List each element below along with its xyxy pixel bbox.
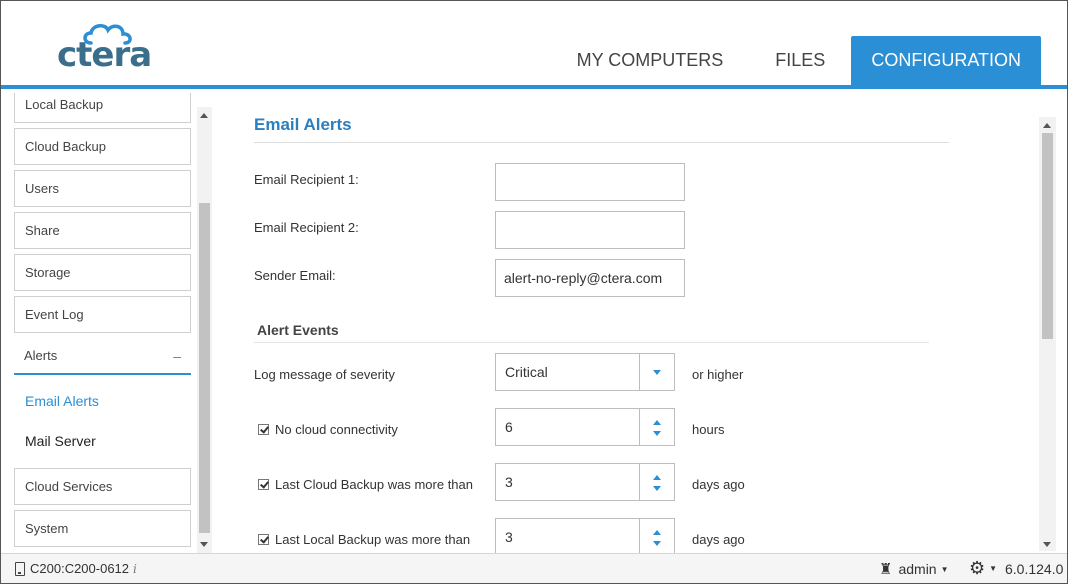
- last-cloud-row: Last Cloud Backup was more than: [258, 477, 473, 492]
- sidebar-item-label: System: [25, 521, 69, 536]
- last-local-row: Last Local Backup was more than: [258, 532, 470, 547]
- caret-down-icon: ▼: [989, 564, 998, 573]
- main-panel: Email Alerts Email Recipient 1: Email Re…: [213, 93, 1039, 553]
- sidebar-item-label: Local Backup: [25, 97, 104, 112]
- chevron-down-icon[interactable]: [653, 486, 661, 491]
- scrollbar-thumb[interactable]: [1042, 133, 1053, 339]
- last-local-value: 3: [505, 529, 513, 545]
- last-cloud-stepper[interactable]: 3: [495, 463, 675, 501]
- sidebar-item-label: Cloud Services: [25, 479, 113, 494]
- user-menu[interactable]: ♜ admin ▼: [879, 560, 949, 578]
- last-cloud-value: 3: [505, 474, 513, 490]
- sidebar-item-label: Alerts: [24, 348, 58, 363]
- collapse-icon[interactable]: –: [173, 348, 181, 364]
- chevron-down-icon: [653, 370, 661, 375]
- no-cloud-value: 6: [505, 419, 513, 435]
- severity-suffix: or higher: [692, 367, 744, 382]
- sidebar-item-event-log[interactable]: Event Log: [14, 296, 191, 333]
- scrollbar-thumb[interactable]: [199, 203, 210, 533]
- sidebar-item-alerts[interactable]: Alerts –: [14, 338, 191, 375]
- last-local-checkbox[interactable]: [258, 534, 269, 545]
- email-recipient-1-input[interactable]: [495, 163, 685, 201]
- sidebar-scrollbar[interactable]: [197, 107, 212, 553]
- email-recipient-2-input[interactable]: [495, 211, 685, 249]
- sidebar-item-cloud-services[interactable]: Cloud Services: [14, 468, 191, 505]
- sidebar-item-system[interactable]: System: [14, 510, 191, 547]
- sender-email-input[interactable]: alert-no-reply@ctera.com: [495, 259, 685, 297]
- severity-select[interactable]: Critical: [495, 353, 675, 391]
- tab-my-computers[interactable]: MY COMPUTERS: [551, 36, 750, 85]
- alerts-submenu: Email Alerts Mail Server: [14, 375, 191, 461]
- stepper-buttons[interactable]: [639, 409, 674, 445]
- chevron-up-icon[interactable]: [653, 530, 661, 535]
- chevron-up-icon[interactable]: [653, 420, 661, 425]
- tab-files[interactable]: FILES: [749, 36, 851, 85]
- ctera-logo[interactable]: ctera: [57, 21, 157, 75]
- sidebar-item-storage[interactable]: Storage: [14, 254, 191, 291]
- no-cloud-checkbox[interactable]: [258, 424, 269, 435]
- app-window: ctera MY COMPUTERS FILES CONFIGURATION L…: [0, 0, 1068, 584]
- device-info: C200:C200-0612 i: [15, 561, 137, 576]
- sidebar-subitem-email-alerts[interactable]: Email Alerts: [14, 381, 191, 421]
- tab-configuration[interactable]: CONFIGURATION: [851, 36, 1041, 85]
- caret-down-icon: ▼: [940, 564, 949, 574]
- last-local-stepper[interactable]: 3: [495, 518, 675, 553]
- sidebar-item-label: Users: [25, 181, 59, 196]
- stepper-buttons[interactable]: [639, 519, 674, 553]
- chevron-down-icon[interactable]: [653, 541, 661, 546]
- chevron-up-icon[interactable]: [653, 475, 661, 480]
- no-cloud-stepper[interactable]: 6: [495, 408, 675, 446]
- sidebar-item-label: Cloud Backup: [25, 139, 106, 154]
- last-cloud-suffix: days ago: [692, 477, 745, 492]
- gear-icon: ⚙: [969, 558, 986, 578]
- no-cloud-row: No cloud connectivity: [258, 422, 398, 437]
- sidebar-item-label: Share: [25, 223, 60, 238]
- sender-label: Sender Email:: [254, 268, 336, 283]
- sidebar-item-local-backup[interactable]: Local Backup: [14, 93, 191, 123]
- severity-label: Log message of severity: [254, 367, 395, 382]
- status-bar: C200:C200-0612 i ♜ admin ▼ ⚙ ▼ 6.0.124.0: [1, 553, 1067, 583]
- scroll-up-icon[interactable]: [1043, 123, 1051, 128]
- user-name: admin: [898, 561, 937, 577]
- last-cloud-label: Last Cloud Backup was more than: [275, 477, 473, 492]
- page-title: Email Alerts: [254, 115, 352, 134]
- sidebar-item-cloud-backup[interactable]: Cloud Backup: [14, 128, 191, 165]
- scroll-up-icon[interactable]: [200, 113, 208, 118]
- divider: [254, 142, 949, 143]
- recipient2-label: Email Recipient 2:: [254, 220, 359, 235]
- recipient1-label: Email Recipient 1:: [254, 172, 359, 187]
- main-nav: MY COMPUTERS FILES CONFIGURATION: [551, 36, 1041, 85]
- scroll-down-icon[interactable]: [1043, 542, 1051, 547]
- settings-menu[interactable]: ⚙ ▼: [969, 558, 997, 579]
- logo-wordmark: ctera: [57, 35, 152, 75]
- last-local-suffix: days ago: [692, 532, 745, 547]
- version-label: 6.0.124.0: [1005, 561, 1064, 577]
- divider: [254, 342, 929, 343]
- sidebar-subitem-mail-server[interactable]: Mail Server: [14, 421, 191, 461]
- device-name: C200:C200-0612: [30, 561, 130, 576]
- sidebar-list: Local Backup Cloud Backup Users Share St…: [14, 93, 191, 552]
- info-icon[interactable]: i: [133, 562, 137, 576]
- sidebar-item-label: Event Log: [25, 307, 84, 322]
- severity-dropdown-button[interactable]: [639, 354, 674, 390]
- main-scrollbar[interactable]: [1039, 117, 1056, 551]
- last-cloud-checkbox[interactable]: [258, 479, 269, 490]
- chevron-down-icon[interactable]: [653, 431, 661, 436]
- stepper-buttons[interactable]: [639, 464, 674, 500]
- scroll-down-icon[interactable]: [200, 542, 208, 547]
- alert-events-heading: Alert Events: [257, 322, 339, 338]
- user-icon: ♜: [879, 561, 893, 578]
- sidebar-item-label: Storage: [25, 265, 71, 280]
- device-icon: [15, 561, 25, 576]
- severity-value: Critical: [505, 364, 548, 380]
- header: ctera MY COMPUTERS FILES CONFIGURATION: [1, 1, 1067, 89]
- last-local-label: Last Local Backup was more than: [275, 532, 471, 547]
- sidebar-item-users[interactable]: Users: [14, 170, 191, 207]
- no-cloud-suffix: hours: [692, 422, 725, 437]
- sidebar-item-share[interactable]: Share: [14, 212, 191, 249]
- no-cloud-label: No cloud connectivity: [275, 422, 398, 437]
- sidebar: Local Backup Cloud Backup Users Share St…: [1, 93, 213, 553]
